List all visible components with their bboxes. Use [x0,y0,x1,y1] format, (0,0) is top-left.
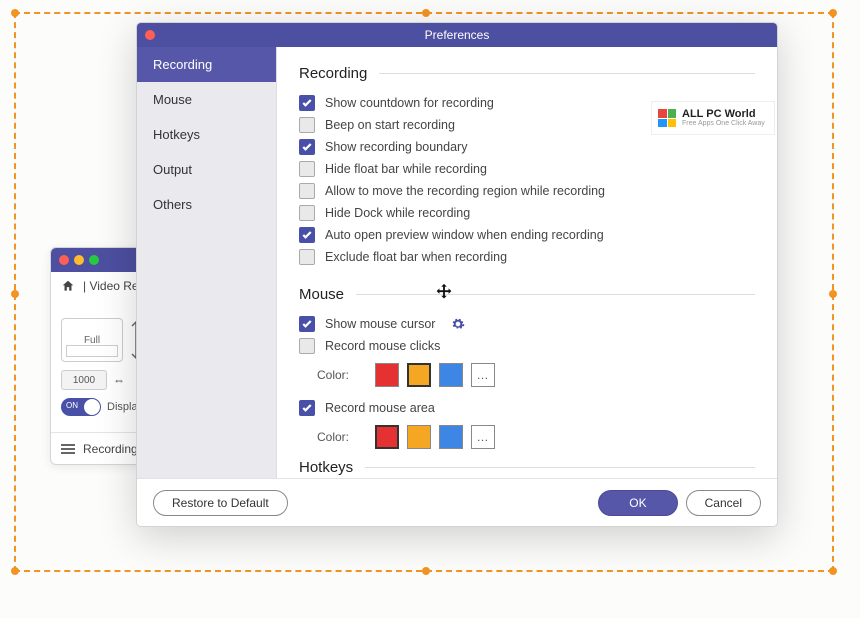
watermark-logo: ALL PC WorldFree Apps One Click Away [651,101,775,135]
handle-bl[interactable] [11,567,19,575]
display-toggle-label: Displa [107,401,138,413]
handle-bm[interactable] [422,567,430,575]
display-area-full[interactable]: Full [61,318,123,362]
ok-button[interactable]: OK [598,490,677,516]
recording-check-label-7: Exclude float bar when recording [325,250,507,264]
recording-history-label: Recording [83,442,138,456]
window-title: Preferences [137,28,777,42]
preferences-titlebar[interactable]: Preferences [137,23,777,47]
menu-icon[interactable] [61,444,75,454]
clicks-color-orange[interactable] [407,363,431,387]
recording-check-label-1: Beep on start recording [325,118,455,132]
show-cursor-label: Show mouse cursor [325,317,435,331]
area-color-blue[interactable] [439,425,463,449]
section-recording-title: Recording [299,65,367,82]
recording-checkbox-3[interactable] [299,161,315,177]
link-icon[interactable]: ⇔ [113,373,125,387]
recording-checkbox-6[interactable] [299,227,315,243]
sidebar-item-mouse[interactable]: Mouse [137,82,276,117]
section-mouse-title: Mouse [299,286,344,303]
recording-check-label-3: Hide float bar while recording [325,162,487,176]
area-color-label: Color: [317,430,349,444]
handle-tr[interactable] [829,9,837,17]
recording-checkbox-7[interactable] [299,249,315,265]
recording-check-label-5: Hide Dock while recording [325,206,470,220]
record-area-label: Record mouse area [325,401,435,415]
gear-icon[interactable] [451,317,465,331]
clicks-color-blue[interactable] [439,363,463,387]
recording-checkbox-2[interactable] [299,139,315,155]
preferences-main: ALL PC WorldFree Apps One Click Away Rec… [277,47,777,478]
recording-check-label-4: Allow to move the recording region while… [325,184,605,198]
clicks-color-more[interactable]: … [471,363,495,387]
area-color-more[interactable]: … [471,425,495,449]
area-color-red[interactable] [375,425,399,449]
close-icon[interactable] [59,255,69,265]
clicks-color-red[interactable] [375,363,399,387]
handle-tm[interactable] [422,9,430,17]
show-cursor-checkbox[interactable] [299,316,315,332]
recording-check-label-0: Show countdown for recording [325,96,494,110]
section-recording-header: Recording [299,65,755,82]
move-cursor-icon [433,282,455,304]
width-input[interactable]: 1000 [61,370,107,390]
sidebar-item-hotkeys[interactable]: Hotkeys [137,117,276,152]
recorder-title: | Video Re [83,279,139,293]
sidebar-item-recording[interactable]: Recording [137,47,276,82]
area-color-orange[interactable] [407,425,431,449]
sidebar-item-others[interactable]: Others [137,187,276,222]
handle-mr[interactable] [829,290,837,298]
section-hotkeys-title: Hotkeys [299,459,353,476]
recording-checkbox-5[interactable] [299,205,315,221]
handle-ml[interactable] [11,290,19,298]
sidebar-item-output[interactable]: Output [137,152,276,187]
recording-check-label-6: Auto open preview window when ending rec… [325,228,604,242]
cancel-button[interactable]: Cancel [686,490,761,516]
maximize-icon[interactable] [89,255,99,265]
preferences-sidebar: Recording Mouse Hotkeys Output Others [137,47,277,478]
record-clicks-label: Record mouse clicks [325,339,440,353]
recording-check-label-2: Show recording boundary [325,140,467,154]
display-toggle[interactable]: ON [61,398,101,416]
record-clicks-checkbox[interactable] [299,338,315,354]
logo-icon [658,109,676,127]
clicks-color-label: Color: [317,368,349,382]
recording-checkbox-0[interactable] [299,95,315,111]
section-hotkeys-header: Hotkeys [299,459,755,476]
handle-br[interactable] [829,567,837,575]
area-color-row: Color: … [317,425,755,449]
preferences-footer: Restore to Default OK Cancel [137,478,777,526]
preferences-window: Preferences Recording Mouse Hotkeys Outp… [136,22,778,527]
recording-checkbox-4[interactable] [299,183,315,199]
clicks-color-row: Color: … [317,363,755,387]
home-icon[interactable] [61,279,75,293]
record-area-checkbox[interactable] [299,400,315,416]
restore-default-button[interactable]: Restore to Default [153,490,288,516]
section-mouse-header: Mouse [299,286,755,303]
minimize-icon[interactable] [74,255,84,265]
recording-checkbox-1[interactable] [299,117,315,133]
handle-tl[interactable] [11,9,19,17]
